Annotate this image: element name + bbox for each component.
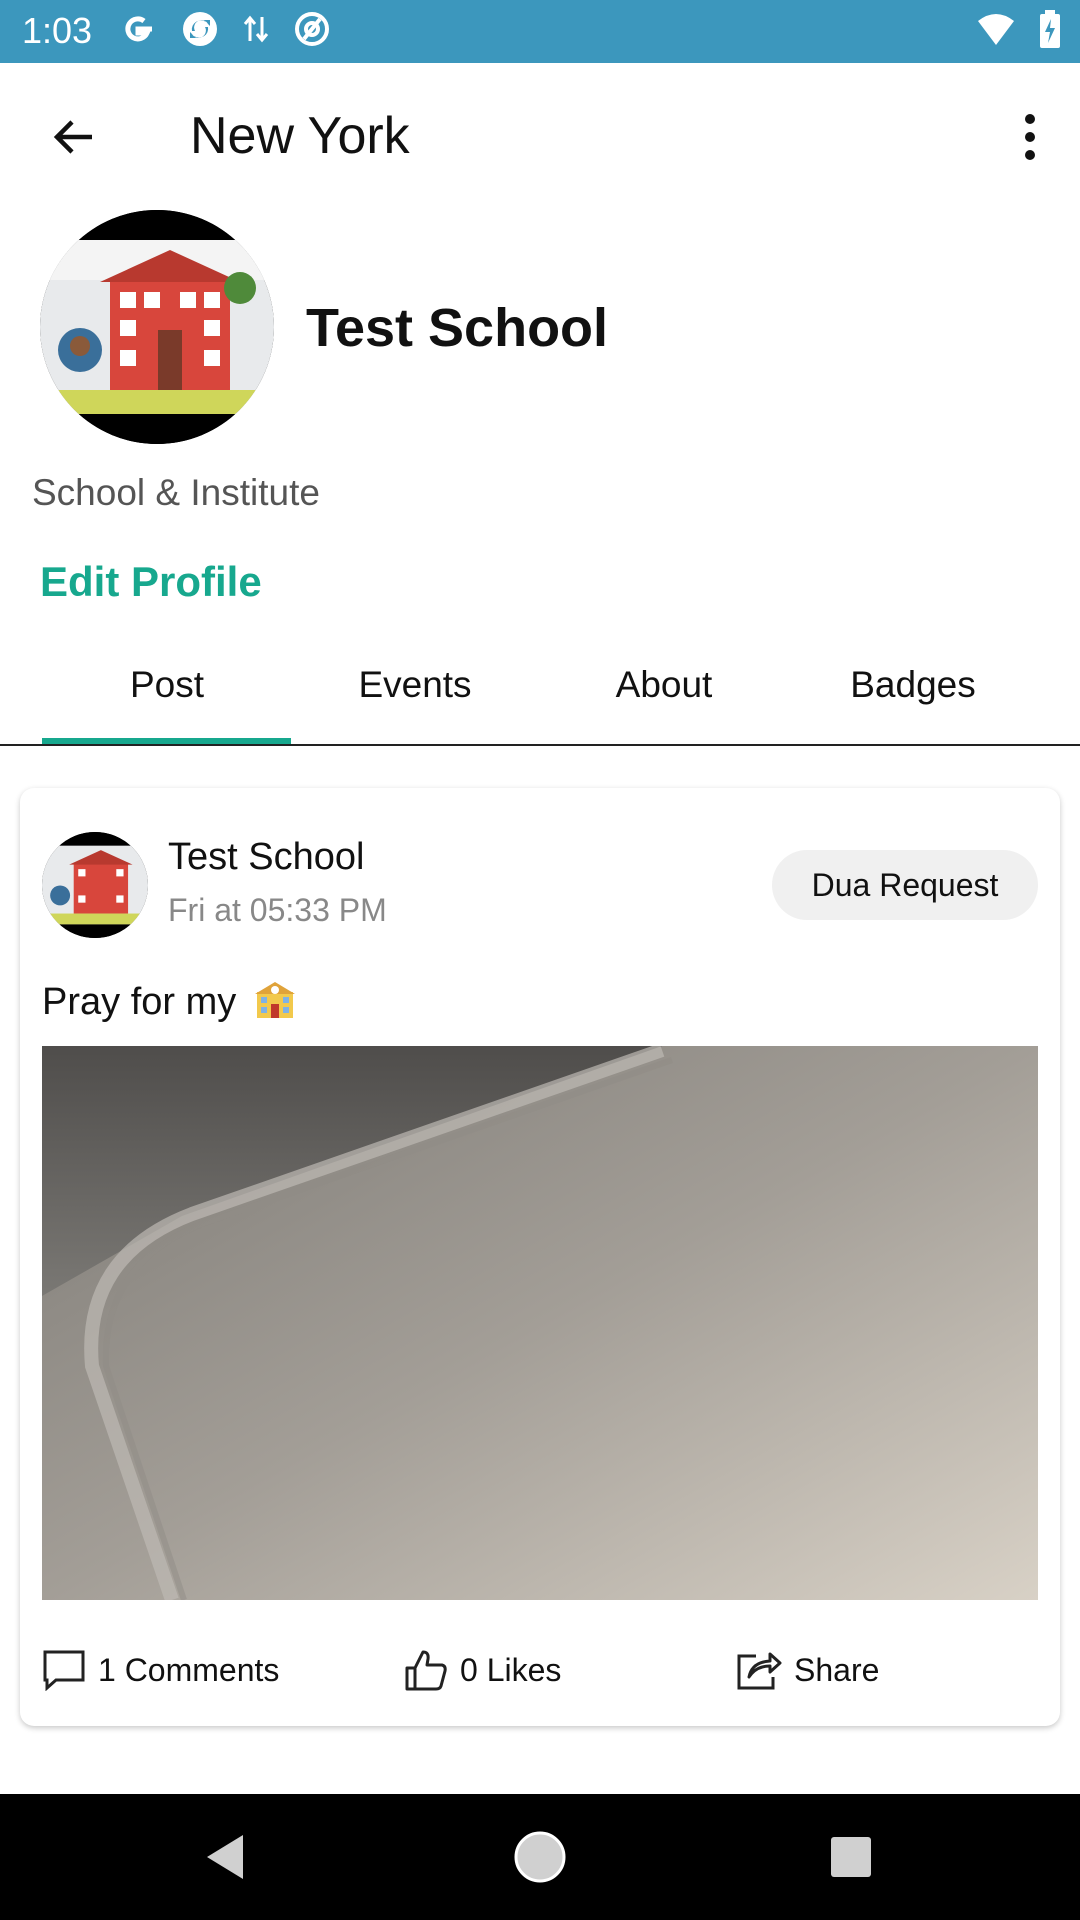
profile-tabs: Post Events About Badges [0, 636, 1080, 746]
status-icons-right [976, 9, 1062, 54]
share-label: Share [794, 1651, 880, 1688]
comments-label: 1 Comments [98, 1651, 280, 1688]
share-icon [737, 1652, 782, 1690]
thumbs-up-icon [405, 1650, 447, 1691]
at-sign-icon [292, 9, 332, 54]
battery-charging-icon [1038, 9, 1062, 54]
post-timestamp: Fri at 05:33 PM [168, 892, 387, 928]
tab-post[interactable]: Post [42, 662, 292, 708]
share-button[interactable]: Share [736, 1640, 879, 1700]
back-button[interactable] [40, 103, 108, 171]
tab-events[interactable]: Events [290, 662, 540, 708]
nav-recents-button[interactable] [816, 1822, 886, 1892]
data-transfer-icon [242, 9, 270, 54]
dua-request-button[interactable]: Dua Request [772, 850, 1038, 920]
back-triangle-icon [207, 1835, 243, 1879]
tab-indicator [42, 738, 291, 744]
profile-avatar[interactable] [40, 210, 274, 444]
post-card: Test School Fri at 05:33 PM Dua Request … [20, 788, 1060, 1726]
likes-label: 0 Likes [460, 1651, 562, 1688]
post-avatar[interactable] [42, 832, 148, 938]
school-emoji [253, 980, 297, 1032]
post-actions: 1 Comments 0 Likes Share [42, 1640, 1038, 1700]
more-options-button[interactable] [1000, 99, 1060, 175]
system-nav-bar [0, 1794, 1080, 1920]
edit-profile-link[interactable]: Edit Profile [40, 556, 262, 608]
status-icons-left [118, 10, 332, 52]
recents-square-icon [831, 1837, 871, 1877]
nav-home-button[interactable] [505, 1822, 575, 1892]
wifi-icon [976, 11, 1016, 52]
post-text: Pray for my [42, 978, 297, 1032]
more-vertical-icon [1025, 114, 1035, 160]
status-time: 1:03 [22, 10, 93, 51]
post-text-content: Pray for my [42, 981, 237, 1023]
post-image[interactable] [42, 1046, 1038, 1600]
arrow-left-icon [53, 120, 92, 154]
comment-icon [43, 1650, 85, 1691]
status-bar: 1:03 [0, 0, 1080, 63]
comments-button[interactable]: 1 Comments [42, 1640, 279, 1700]
nav-back-button[interactable] [190, 1822, 260, 1892]
app-bar: New York [0, 63, 1080, 211]
post-author[interactable]: Test School [168, 834, 364, 880]
like-button[interactable]: 0 Likes [404, 1640, 561, 1700]
tab-badges[interactable]: Badges [788, 662, 1038, 708]
page-title: New York [190, 107, 410, 165]
profile-category: School & Institute [32, 472, 320, 513]
tab-about[interactable]: About [539, 662, 789, 708]
profile-name: Test School [306, 298, 609, 358]
browser-sync-icon [180, 9, 220, 54]
google-icon [118, 9, 158, 54]
home-circle-icon [514, 1831, 566, 1883]
